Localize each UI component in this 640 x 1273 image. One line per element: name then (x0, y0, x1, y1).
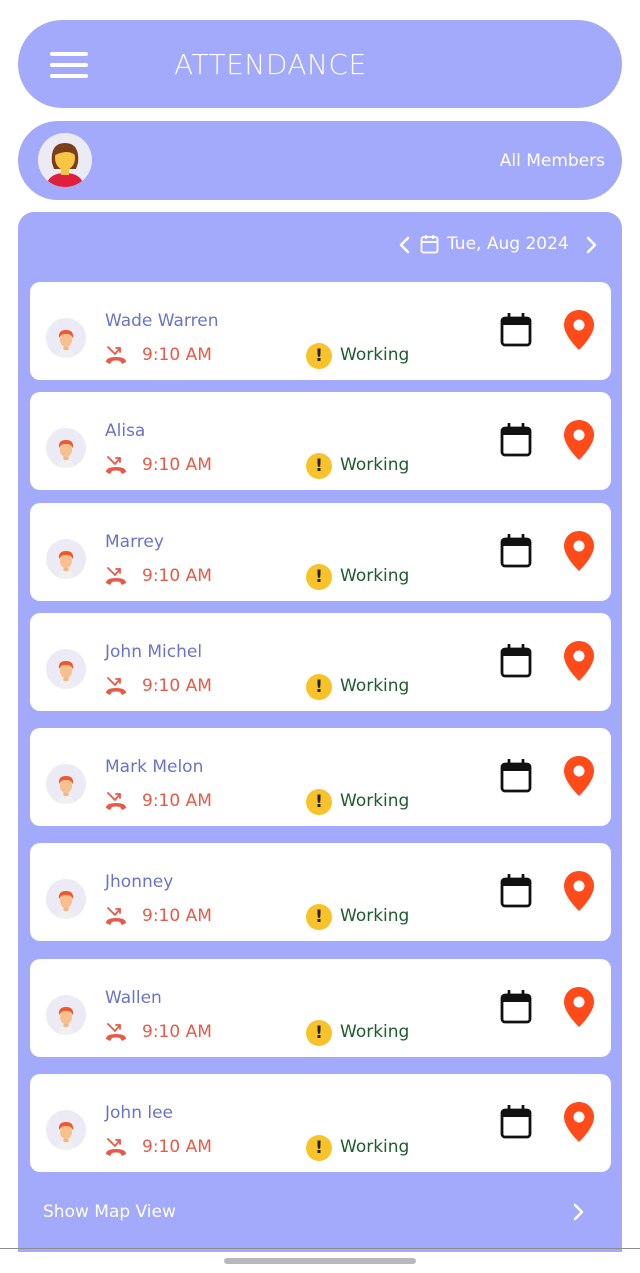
missed-call-icon (106, 1023, 126, 1041)
warning-icon: ! (306, 453, 332, 479)
check-in-time: 9:10 AM (142, 566, 212, 586)
member-avatar (46, 879, 86, 919)
member-card[interactable]: Mark Melon 9:10 AM ! Working (30, 728, 611, 826)
calendar-icon[interactable] (500, 313, 532, 347)
location-pin-icon[interactable] (563, 1101, 595, 1143)
status-label: Working (340, 791, 410, 811)
calendar-icon[interactable] (500, 874, 532, 908)
status-label: Working (340, 906, 410, 926)
check-in-time: 9:10 AM (142, 906, 212, 926)
location-pin-icon[interactable] (563, 870, 595, 912)
member-avatar (46, 764, 86, 804)
member-card[interactable]: Marrey 9:10 AM ! Working (30, 503, 611, 601)
check-in-time: 9:10 AM (142, 1137, 212, 1157)
member-name: Alisa (105, 421, 146, 441)
status-label: Working (340, 566, 410, 586)
location-pin-icon[interactable] (563, 530, 595, 572)
calendar-icon[interactable] (500, 759, 532, 793)
check-in-time: 9:10 AM (142, 676, 212, 696)
member-name: Wade Warren (105, 311, 219, 331)
show-map-view-link[interactable]: Show Map View (43, 1202, 176, 1222)
member-card[interactable]: Jhonney 9:10 AM ! Working (30, 843, 611, 941)
member-card[interactable]: John Michel 9:10 AM ! Working (30, 613, 611, 711)
warning-icon: ! (306, 1020, 332, 1046)
member-name: John Michel (105, 642, 203, 662)
calendar-icon[interactable] (500, 534, 532, 568)
hamburger-menu-icon[interactable] (50, 52, 88, 78)
member-avatar (46, 995, 86, 1035)
warning-icon: ! (306, 789, 332, 815)
missed-call-icon (106, 792, 126, 810)
missed-call-icon (106, 567, 126, 585)
current-date[interactable]: Tue, Aug 2024 (447, 234, 569, 254)
status-label: Working (340, 1022, 410, 1042)
warning-icon: ! (306, 904, 332, 930)
location-pin-icon[interactable] (563, 419, 595, 461)
member-avatar (46, 318, 86, 358)
location-pin-icon[interactable] (563, 755, 595, 797)
member-card[interactable]: Wallen 9:10 AM ! Working (30, 959, 611, 1057)
status-label: Working (340, 1137, 410, 1157)
missed-call-icon (106, 456, 126, 474)
missed-call-icon (106, 907, 126, 925)
member-name: Mark Melon (105, 757, 204, 777)
member-avatar (46, 1110, 86, 1150)
check-in-time: 9:10 AM (142, 1022, 212, 1042)
chevron-left-icon[interactable] (398, 236, 410, 254)
calendar-icon[interactable] (500, 1105, 532, 1139)
warning-icon: ! (306, 564, 332, 590)
location-pin-icon[interactable] (563, 640, 595, 682)
calendar-icon[interactable] (500, 990, 532, 1024)
missed-call-icon (106, 677, 126, 695)
all-members-filter[interactable]: All Members (500, 151, 605, 171)
location-pin-icon[interactable] (563, 309, 595, 351)
calendar-icon[interactable] (500, 423, 532, 457)
member-card[interactable]: Alisa 9:10 AM ! Working (30, 392, 611, 490)
status-label: Working (340, 455, 410, 475)
member-name: John lee (105, 1103, 174, 1123)
home-indicator (224, 1258, 416, 1264)
member-name: Marrey (105, 532, 164, 552)
status-label: Working (340, 345, 410, 365)
location-pin-icon[interactable] (563, 986, 595, 1028)
member-name: Wallen (105, 988, 162, 1008)
check-in-time: 9:10 AM (142, 345, 212, 365)
warning-icon: ! (306, 674, 332, 700)
member-name: Jhonney (105, 872, 174, 892)
missed-call-icon (106, 346, 126, 364)
warning-icon: ! (306, 343, 332, 369)
chevron-right-icon[interactable] (573, 1203, 585, 1221)
missed-call-icon (106, 1138, 126, 1156)
user-avatar[interactable] (38, 133, 92, 187)
page-title: ATTENDANCE (174, 48, 367, 81)
member-card[interactable]: Wade Warren 9:10 AM ! Working (30, 282, 611, 380)
calendar-icon[interactable] (420, 234, 439, 254)
member-card[interactable]: John lee 9:10 AM ! Working (30, 1074, 611, 1172)
calendar-icon[interactable] (500, 644, 532, 678)
member-avatar (46, 428, 86, 468)
divider (0, 1248, 640, 1249)
member-avatar (46, 539, 86, 579)
warning-icon: ! (306, 1135, 332, 1161)
member-avatar (46, 649, 86, 689)
chevron-right-icon[interactable] (586, 236, 598, 254)
check-in-time: 9:10 AM (142, 791, 212, 811)
status-label: Working (340, 676, 410, 696)
check-in-time: 9:10 AM (142, 455, 212, 475)
